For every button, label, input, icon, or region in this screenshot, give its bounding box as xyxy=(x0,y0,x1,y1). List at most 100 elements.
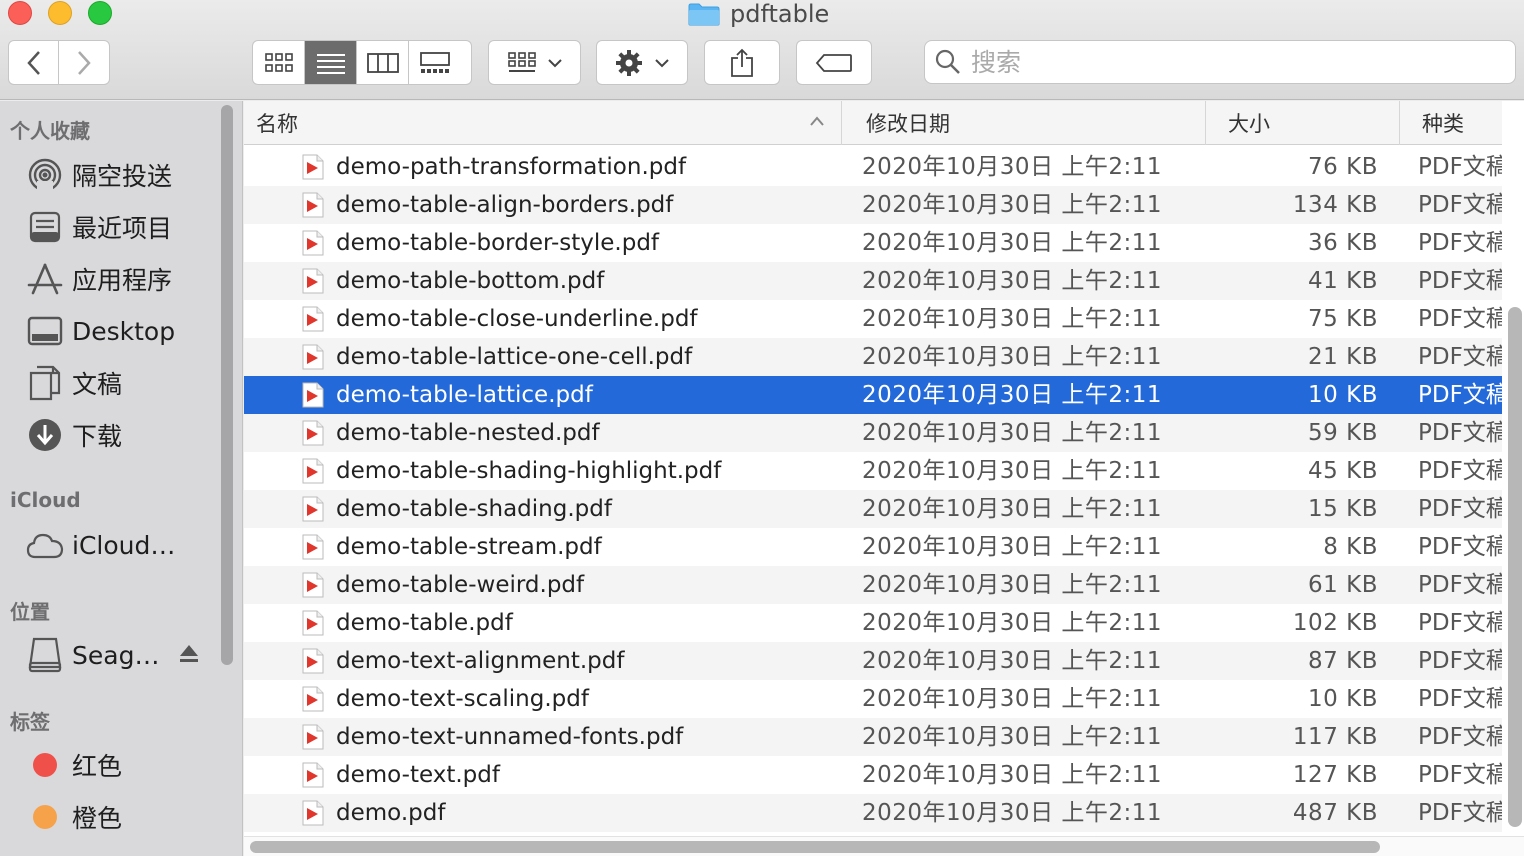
sidebar-item-label: 文稿 xyxy=(72,370,123,399)
pdf-file-icon xyxy=(302,344,324,370)
file-row[interactable]: demo-table-bottom.pdf 2020年10月30日 上午2:11 4… xyxy=(244,262,1502,300)
zoom-window-button[interactable] xyxy=(88,1,112,25)
share-button[interactable] xyxy=(704,40,780,85)
pdf-file-icon xyxy=(302,572,324,598)
file-name: demo-table-align-borders.pdf xyxy=(336,192,674,218)
file-name: demo-table-border-style.pdf xyxy=(336,230,660,256)
file-row[interactable]: demo-table-nested.pdf 2020年10月30日 上午2:11 5… xyxy=(244,414,1502,452)
column-header-name[interactable]: 名称 xyxy=(244,101,842,145)
eject-button[interactable] xyxy=(178,643,200,665)
file-kind: PDF文稿 xyxy=(1418,648,1502,674)
file-size: 41 KB xyxy=(1308,268,1378,294)
column-header-label: 大小 xyxy=(1228,112,1270,136)
file-size: 8 KB xyxy=(1323,534,1378,560)
file-row[interactable]: demo.pdf 2020年10月30日 上午2:11 487 KB PDF文稿 xyxy=(244,794,1502,832)
file-name: demo-table-shading-highlight.pdf xyxy=(336,458,722,484)
column-view-button[interactable] xyxy=(357,41,409,84)
file-row[interactable]: demo-text-scaling.pdf 2020年10月30日 上午2:11 1… xyxy=(244,680,1502,718)
file-row[interactable]: demo-table-align-borders.pdf 2020年10月30日 … xyxy=(244,186,1502,224)
file-date-modified: 2020年10月30日 上午2:11 xyxy=(862,648,1163,674)
column-header-date-modified[interactable]: 修改日期 xyxy=(842,101,1206,145)
close-window-button[interactable] xyxy=(8,1,32,25)
pdf-file-icon xyxy=(302,610,324,636)
window-title-area: pdftable xyxy=(688,0,829,28)
file-name: demo-table-nested.pdf xyxy=(336,420,600,446)
minimize-window-button[interactable] xyxy=(48,1,72,25)
search-input[interactable] xyxy=(969,46,1489,78)
sidebar-item-icloud-drive[interactable]: iCloud… xyxy=(26,525,226,565)
file-row[interactable]: demo-table-weird.pdf 2020年10月30日 上午2:11 61… xyxy=(244,566,1502,604)
column-header-size[interactable]: 大小 xyxy=(1206,101,1400,145)
pdf-file-icon xyxy=(302,192,324,218)
file-row[interactable]: demo-table-shading.pdf 2020年10月30日 上午2:11… xyxy=(244,490,1502,528)
tag-icon xyxy=(815,53,852,72)
cloud-icon xyxy=(26,526,64,564)
file-row[interactable]: demo-table-close-underline.pdf 2020年10月30… xyxy=(244,300,1502,338)
horizontal-scrollbar[interactable] xyxy=(250,841,1380,853)
list-icon xyxy=(316,53,345,74)
pdf-file-icon xyxy=(302,458,324,484)
back-button[interactable] xyxy=(9,41,60,84)
chevron-left-icon xyxy=(26,50,40,75)
sidebar-item-recents[interactable]: 最近项目 xyxy=(26,207,226,247)
sidebar-item-applications[interactable]: 应用程序 xyxy=(26,259,226,299)
file-row[interactable]: demo-table-lattice-one-cell.pdf 2020年10月3… xyxy=(244,338,1502,376)
gallery-view-button[interactable] xyxy=(409,41,461,84)
window-title: pdftable xyxy=(730,0,830,28)
file-name: demo-table-lattice-one-cell.pdf xyxy=(336,344,693,370)
column-header-label: 修改日期 xyxy=(866,112,950,136)
sidebar-scrollbar[interactable] xyxy=(221,105,233,665)
sidebar-item-tag-red[interactable]: 红色 xyxy=(26,745,226,785)
file-date-modified: 2020年10月30日 上午2:11 xyxy=(862,800,1163,826)
sidebar-item-airdrop[interactable]: 隔空投送 xyxy=(26,155,226,195)
sidebar-item-downloads[interactable]: 下载 xyxy=(26,415,226,455)
file-date-modified: 2020年10月30日 上午2:11 xyxy=(862,762,1163,788)
sidebar-header-tags: 标签 xyxy=(10,710,50,734)
sidebar-item-label: Desktop xyxy=(72,316,176,346)
group-by-button[interactable] xyxy=(488,40,581,85)
file-kind: PDF文稿 xyxy=(1418,496,1502,522)
file-size: 10 KB xyxy=(1308,382,1378,408)
file-row[interactable]: demo-text-unnamed-fonts.pdf 2020年10月30日 上… xyxy=(244,718,1502,756)
sidebar-item-label: 红色 xyxy=(72,752,123,781)
file-kind: PDF文稿 xyxy=(1418,458,1502,484)
sidebar-item-documents[interactable]: 文稿 xyxy=(26,363,226,403)
file-name: demo-table-close-underline.pdf xyxy=(336,306,698,332)
file-row[interactable]: demo-table-shading-highlight.pdf 2020年10月… xyxy=(244,452,1502,490)
file-name: demo-table-lattice.pdf xyxy=(336,382,593,408)
sidebar-item-desktop[interactable]: Desktop xyxy=(26,311,226,351)
file-row[interactable]: demo-text.pdf 2020年10月30日 上午2:11 127 KB PDF… xyxy=(244,756,1502,794)
file-date-modified: 2020年10月30日 上午2:11 xyxy=(862,268,1163,294)
share-icon xyxy=(731,48,753,77)
vertical-scrollbar[interactable] xyxy=(1508,307,1522,827)
file-date-modified: 2020年10月30日 上午2:11 xyxy=(862,306,1163,332)
action-menu-button[interactable] xyxy=(596,40,688,85)
file-date-modified: 2020年10月30日 上午2:11 xyxy=(862,724,1163,750)
file-row[interactable]: demo-table-border-style.pdf 2020年10月30日 上… xyxy=(244,224,1502,262)
file-name: demo-table-weird.pdf xyxy=(336,572,585,598)
file-row[interactable]: demo-table.pdf 2020年10月30日 上午2:11 102 KB PD… xyxy=(244,604,1502,642)
file-row[interactable]: demo-table-lattice.pdf 2020年10月30日 上午2:11… xyxy=(244,376,1502,414)
file-size: 117 KB xyxy=(1292,724,1378,750)
file-row[interactable]: demo-path-transformation.pdf 2020年10月30日 … xyxy=(244,148,1502,186)
icon-view-button[interactable] xyxy=(253,41,305,84)
search-field[interactable] xyxy=(924,40,1516,84)
file-size: 487 KB xyxy=(1292,800,1378,826)
file-size: 61 KB xyxy=(1308,572,1378,598)
sidebar-header-favorites: 个人收藏 xyxy=(10,119,90,143)
forward-button[interactable] xyxy=(59,41,109,84)
file-row[interactable]: demo-text-alignment.pdf 2020年10月30日 上午2:1… xyxy=(244,642,1502,680)
file-kind: PDF文稿 xyxy=(1418,382,1502,408)
pdf-file-icon xyxy=(302,648,324,674)
sidebar-item-label: 下载 xyxy=(72,422,123,451)
column-header-kind[interactable]: 种类 xyxy=(1400,101,1502,145)
file-kind: PDF文稿 xyxy=(1418,344,1502,370)
list-view-button[interactable] xyxy=(305,41,357,84)
pdf-file-icon xyxy=(302,268,324,294)
edit-tags-button[interactable] xyxy=(796,40,872,85)
pdf-file-icon xyxy=(302,230,324,256)
sidebar-item-tag-orange[interactable]: 橙色 xyxy=(26,797,226,837)
file-row[interactable]: demo-table-stream.pdf 2020年10月30日 上午2:11 8… xyxy=(244,528,1502,566)
file-kind: PDF文稿 xyxy=(1418,192,1502,218)
chevron-right-icon xyxy=(78,50,91,75)
